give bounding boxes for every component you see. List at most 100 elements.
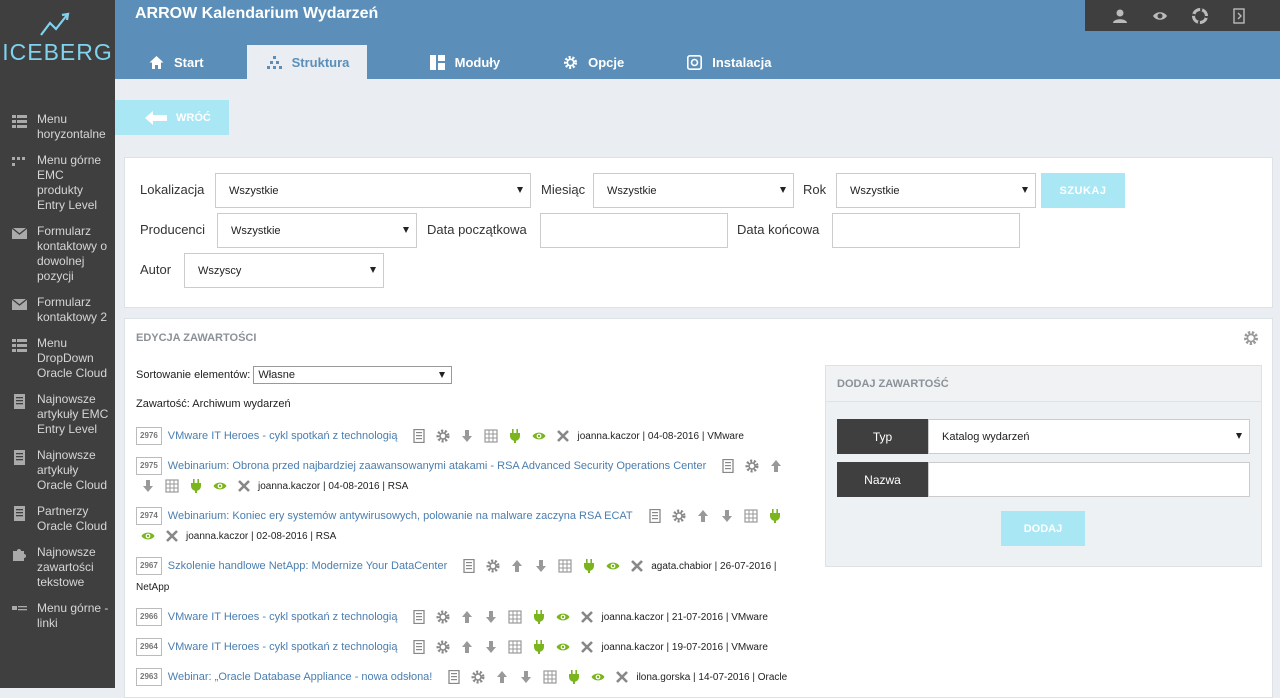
plug-icon[interactable] [567,670,581,685]
lifebuoy-icon[interactable] [1192,7,1208,24]
eye-icon[interactable] [141,529,155,543]
arrow-up-icon[interactable] [769,459,783,473]
delete-icon[interactable] [580,640,594,654]
sort-select[interactable]: Własne [253,366,453,384]
sidebar-item[interactable]: Formularz kontaktowy 2 [0,293,115,325]
page-icon[interactable] [721,458,735,474]
tab-moduły[interactable]: Moduły [410,45,515,79]
data-koncowa-input[interactable] [832,213,1020,248]
gear-icon[interactable] [672,509,686,523]
arrow-down-icon[interactable] [141,479,155,493]
delete-icon[interactable] [630,559,644,573]
back-button[interactable]: WRÓĆ [115,100,229,135]
sidebar-item[interactable]: Formularz kontaktowy o dowolnej pozycji [0,222,115,284]
page-icon[interactable] [412,428,426,444]
lokalizacja-select[interactable]: Wszystkie [215,173,531,208]
typ-select[interactable]: Katalog wydarzeń [928,419,1250,454]
gear-icon[interactable] [486,559,500,573]
plug-icon[interactable] [582,559,596,574]
plug-icon[interactable] [768,509,782,524]
calendar-icon[interactable] [744,509,758,523]
plug-icon[interactable] [508,429,522,444]
autor-select[interactable]: Wszyscy [184,253,384,288]
item-title-link[interactable]: Webinarium: Obrona przed najbardziej zaa… [168,460,706,472]
arrow-up-icon[interactable] [510,559,524,573]
sidebar-item[interactable]: Menu górne EMC produkty Entry Level [0,151,115,213]
page-icon[interactable] [462,558,476,574]
sidebar-item[interactable]: Najnowsze artykuły EMC Entry Level [0,390,115,437]
item-title-link[interactable]: Webinar: „Oracle Database Appliance - no… [168,671,433,683]
plug-icon[interactable] [189,479,203,494]
sidebar-item-label: Menu górne - linki [37,601,109,630]
calendar-icon[interactable] [543,670,557,684]
item-title-link[interactable]: Webinarium: Koniec ery systemów antywiru… [168,510,633,522]
plug-icon[interactable] [532,610,546,625]
logo[interactable]: ICEBERG [0,0,115,78]
sidebar-item[interactable]: Najnowsze artykuły Oracle Cloud [0,446,115,493]
eye-icon[interactable] [532,429,546,443]
item-title-link[interactable]: VMware IT Heroes - cykl spotkań z techno… [168,641,398,653]
tab-opcje[interactable]: Opcje [543,45,638,79]
user-icon[interactable] [1112,8,1128,24]
page-icon[interactable] [648,508,662,524]
search-button[interactable]: SZUKAJ [1041,173,1125,208]
gear-icon[interactable] [471,670,485,684]
gear-icon[interactable] [436,640,450,654]
eye-icon[interactable] [1152,8,1168,24]
tab-instalacja[interactable]: Instalacja [667,45,785,79]
arrow-down-icon[interactable] [519,670,533,684]
item-title-link[interactable]: VMware IT Heroes - cykl spotkań z techno… [168,611,398,623]
arrow-up-icon[interactable] [460,640,474,654]
gear-icon[interactable] [436,429,450,443]
calendar-icon[interactable] [165,479,179,493]
add-content-form: Typ Katalog wydarzeń Nazwa DODAJ [826,401,1261,566]
item-title-link[interactable]: Szkolenie handlowe NetApp: Modernize You… [168,560,447,572]
delete-icon[interactable] [615,670,629,684]
data-poczatkowa-input[interactable] [540,213,728,248]
plug-icon[interactable] [532,640,546,655]
rok-select[interactable]: Wszystkie [836,173,1036,208]
delete-icon[interactable] [165,529,179,543]
eye-icon[interactable] [556,640,570,654]
arrow-down-icon[interactable] [484,640,498,654]
item-title-link[interactable]: VMware IT Heroes - cykl spotkań z techno… [168,430,398,442]
calendar-icon[interactable] [484,429,499,443]
tab-start[interactable]: Start [115,45,218,79]
logout-icon[interactable] [1232,7,1248,24]
calendar-icon[interactable] [508,610,523,624]
calendar-icon[interactable] [558,559,572,573]
sidebar-item[interactable]: Partnerzy Oracle Cloud [0,502,115,534]
arrow-down-icon[interactable] [720,509,734,523]
arrow-up-icon[interactable] [495,670,509,684]
sidebar-item[interactable]: Menu DropDown Oracle Cloud [0,334,115,381]
gear-icon[interactable] [436,610,450,624]
nazwa-input[interactable] [928,462,1250,497]
eye-icon[interactable] [213,479,227,493]
page-icon[interactable] [447,669,461,685]
tab-label: Start [174,54,204,70]
eye-icon[interactable] [591,670,605,684]
sidebar-item[interactable]: Najnowsze zawartości tekstowe [0,543,115,590]
eye-icon[interactable] [606,559,620,573]
puzzle-icon [12,547,27,562]
tab-struktura[interactable]: Struktura [246,45,367,79]
arrow-up-icon[interactable] [460,610,474,624]
calendar-icon[interactable] [508,640,523,654]
page-icon[interactable] [412,609,426,625]
gear-icon[interactable] [1243,330,1259,346]
arrow-down-icon[interactable] [484,610,498,624]
add-button[interactable]: DODAJ [1001,511,1085,546]
delete-icon[interactable] [556,429,570,443]
producenci-select[interactable]: Wszystkie [217,213,417,248]
sidebar-item[interactable]: Menu horyzontalne [0,110,115,142]
arrow-down-icon[interactable] [534,559,548,573]
miesiac-select[interactable]: Wszystkie [593,173,794,208]
arrow-down-icon[interactable] [460,429,474,443]
eye-icon[interactable] [556,610,570,624]
delete-icon[interactable] [580,610,594,624]
gear-icon[interactable] [745,459,759,473]
sidebar-item[interactable]: Menu górne - linki [0,599,115,631]
delete-icon[interactable] [237,479,251,493]
arrow-up-icon[interactable] [696,509,710,523]
page-icon[interactable] [412,639,426,655]
